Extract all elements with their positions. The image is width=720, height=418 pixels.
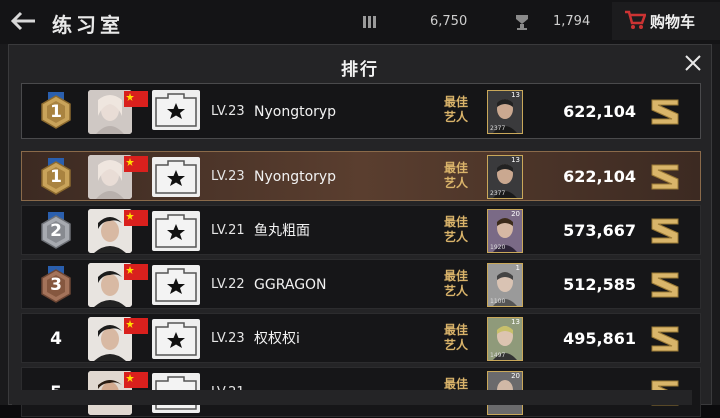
best-artist-label: 最佳 艺人 (443, 161, 468, 190)
crew-badge-icon (152, 319, 200, 359)
background-panel (712, 44, 720, 405)
gold-tier-icon (651, 164, 679, 190)
player-name: GGRAGON (254, 277, 327, 293)
score: 622,104 (563, 167, 636, 186)
ranking-row[interactable]: 4 LV.23 权权权i 最佳 艺人 13 1497 495,861 (21, 313, 701, 363)
player-level: LV.21 (211, 223, 245, 238)
score: 573,667 (563, 221, 636, 240)
cart-label: 购物车 (650, 13, 696, 31)
score: 495,861 (563, 329, 636, 348)
stat-value-1: 6,750 (430, 14, 468, 29)
player-name: Nyongtoryp (254, 104, 337, 120)
best-artist-label: 最佳 艺人 (443, 95, 468, 124)
gold-tier-icon (651, 326, 679, 352)
ranking-row[interactable]: 3 LV.22 GGRAGON 最佳 艺人 1 1100 512,585 (21, 259, 701, 309)
artist-card[interactable]: 13 2377 (487, 90, 523, 134)
card-level: 13 (511, 156, 520, 164)
china-flag-icon (124, 156, 148, 172)
card-level: 20 (511, 372, 520, 380)
artist-card[interactable]: 20 1920 (487, 209, 523, 253)
player-level: LV.23 (211, 169, 245, 184)
card-level: 1 (515, 264, 520, 272)
top-bar: 练习室 6,750 1,794 购物车 (0, 0, 720, 44)
ranking-row[interactable]: 2 LV.21 鱼丸粗面 最佳 艺人 20 1920 573,667 (21, 205, 701, 255)
player-level: LV.23 (211, 331, 245, 346)
rank-number: 4 (50, 329, 62, 349)
china-flag-icon (124, 210, 148, 226)
crew-badge-icon (152, 265, 200, 305)
china-flag-icon (124, 264, 148, 280)
cart-button[interactable]: 购物车 (612, 2, 720, 40)
trophy-icon (516, 15, 528, 30)
ranking-modal: 排行 1 LV.23 Nyongtoryp 最佳 艺人 13 2377 622,1… (8, 44, 712, 417)
card-number: 2377 (490, 125, 506, 132)
modal-title: 排行 (341, 60, 379, 80)
crew-badge-icon (152, 90, 200, 130)
crew-badge-icon (152, 157, 200, 197)
best-artist-label: 最佳 艺人 (443, 323, 468, 352)
player-name: 鱼丸粗面 (254, 223, 310, 239)
ranking-row[interactable]: 1 LV.23 Nyongtoryp 最佳 艺人 13 2377 622,104 (21, 151, 701, 201)
background-panel (0, 44, 8, 405)
player-name: 权权权i (254, 331, 300, 347)
artist-card[interactable]: 13 2377 (487, 155, 523, 199)
gold-tier-icon (651, 218, 679, 244)
card-level: 20 (511, 210, 520, 218)
cart-icon (625, 10, 646, 29)
card-number: 1920 (490, 244, 506, 251)
card-number: 1497 (490, 352, 506, 359)
bars-icon (363, 16, 376, 28)
best-artist-label: 最佳 艺人 (443, 215, 468, 244)
list-bottom-edge (12, 390, 692, 405)
china-flag-icon (124, 318, 148, 334)
rank-number: 1 (50, 102, 62, 122)
rank-number: 2 (50, 221, 62, 241)
artist-card[interactable]: 1 1100 (487, 263, 523, 307)
artist-card[interactable]: 13 1497 (487, 317, 523, 361)
best-artist-label: 最佳 艺人 (443, 269, 468, 298)
rank-number: 3 (50, 275, 62, 295)
card-number: 2377 (490, 190, 506, 197)
card-level: 13 (511, 91, 520, 99)
player-level: LV.22 (211, 277, 245, 292)
close-icon[interactable] (681, 51, 705, 75)
stat-value-2: 1,794 (553, 14, 591, 29)
rank-number: 1 (50, 167, 62, 187)
gold-tier-icon (651, 272, 679, 298)
score: 622,104 (563, 102, 636, 121)
my-rank-row[interactable]: 1 LV.23 Nyongtoryp 最佳 艺人 13 2377 622,104 (21, 83, 701, 139)
card-level: 13 (511, 318, 520, 326)
gold-tier-icon (651, 99, 679, 125)
card-number: 1100 (490, 298, 506, 305)
score: 512,585 (563, 275, 636, 294)
china-flag-icon (124, 372, 148, 388)
player-level: LV.23 (211, 104, 245, 119)
player-name: Nyongtoryp (254, 169, 337, 185)
china-flag-icon (124, 91, 148, 107)
crew-badge-icon (152, 211, 200, 251)
back-arrow-icon[interactable] (8, 8, 38, 34)
page-title: 练习室 (52, 13, 124, 37)
